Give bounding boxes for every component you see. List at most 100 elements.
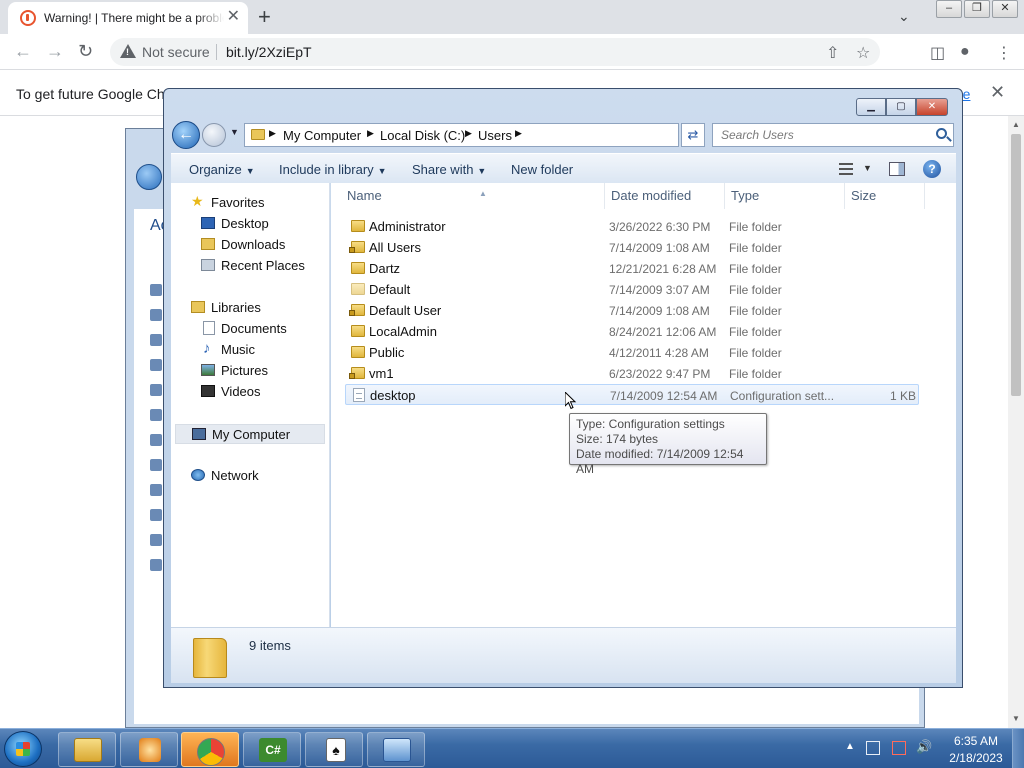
nav-label: Libraries — [211, 300, 261, 315]
new-tab-button[interactable]: + — [258, 4, 271, 30]
background-back-icon — [136, 164, 162, 190]
file-row[interactable]: All Users 7/14/2009 1:08 AM File folder — [345, 237, 919, 258]
star-icon[interactable]: ☆ — [856, 43, 870, 63]
nav-item-music[interactable]: ♪ Music — [171, 340, 329, 360]
nav-item-favorites[interactable]: ★ Favorites — [171, 193, 329, 213]
new-folder-button[interactable]: New folder — [511, 162, 573, 177]
nav-item-pictures[interactable]: Pictures — [171, 361, 329, 381]
folder-icon — [251, 129, 265, 140]
scroll-thumb[interactable] — [1011, 134, 1021, 396]
column-header-size[interactable]: Size — [845, 183, 925, 209]
show-desktop-button[interactable] — [1012, 729, 1024, 768]
clock-time[interactable]: 6:35 AM — [950, 734, 1002, 748]
browser-tab[interactable]: Warning! | There might be a problem ✕ — [8, 2, 248, 34]
nav-item-network[interactable]: Network — [171, 466, 329, 486]
explorer-minimize-button[interactable]: ▁ — [856, 98, 886, 116]
start-button[interactable] — [4, 731, 42, 767]
nav-item-documents[interactable]: Documents — [171, 319, 329, 339]
explorer-close-button[interactable]: ✕ — [916, 98, 948, 116]
folder-icon — [351, 325, 365, 337]
organize-button[interactable]: Organize ▼ — [189, 162, 255, 177]
forward-arrow-icon[interactable]: → — [46, 41, 64, 62]
file-type: File folder — [729, 262, 782, 276]
taskbar-solitaire[interactable]: ♠ — [305, 732, 363, 767]
breadcrumb-arrow-icon[interactable]: ▶ — [367, 128, 374, 139]
search-placeholder: Search Users — [721, 128, 794, 142]
breadcrumb-arrow-icon[interactable]: ▶ — [465, 128, 472, 139]
share-with-button[interactable]: Share with ▼ — [412, 162, 486, 177]
tooltip-date: Date modified: 7/14/2009 12:54 AM — [576, 447, 744, 476]
scroll-up-arrow-icon[interactable]: ▲ — [1012, 120, 1020, 129]
volume-icon[interactable]: 🔊 — [916, 739, 932, 754]
nav-item-my-computer[interactable]: My Computer — [175, 424, 325, 444]
explorer-maximize-button[interactable]: ▢ — [886, 98, 916, 116]
profile-avatar-icon[interactable]: ● — [960, 43, 970, 61]
taskbar-control-panel[interactable] — [367, 732, 425, 767]
minimize-button[interactable]: – — [936, 0, 962, 18]
file-row-hovered[interactable]: desktop 7/14/2009 12:54 AM Configuration… — [345, 384, 919, 405]
back-arrow-icon[interactable]: ← — [14, 41, 32, 62]
recent-pages-dropdown-icon[interactable]: ▼ — [230, 127, 239, 137]
explorer-address-bar[interactable]: ▶ My Computer ▶ Local Disk (C:) ▶ Users … — [244, 123, 756, 147]
side-panel-icon[interactable]: ◫ — [930, 43, 945, 63]
not-secure-label[interactable]: Not secure — [142, 44, 210, 60]
change-view-icon[interactable] — [839, 163, 853, 175]
nav-item-desktop[interactable]: Desktop — [171, 214, 329, 234]
search-icon[interactable] — [936, 128, 947, 139]
breadcrumb-arrow-icon[interactable]: ▶ — [269, 128, 276, 139]
file-row[interactable]: Public 4/12/2011 4:28 AM File folder — [345, 342, 919, 363]
file-name: vm1 — [369, 366, 394, 381]
breadcrumb-local-disk[interactable]: Local Disk (C:) — [380, 128, 465, 143]
file-row[interactable]: Dartz 12/21/2021 6:28 AM File folder — [345, 258, 919, 279]
folder-icon — [351, 220, 365, 232]
page-scrollbar[interactable]: ▲ ▼ — [1008, 116, 1024, 728]
view-options-dropdown-icon[interactable]: ▼ — [863, 163, 872, 173]
tab-search-chevron-icon[interactable]: ⌄ — [898, 8, 910, 25]
globe-alt-icon — [150, 559, 162, 571]
refresh-icon[interactable]: ⇄ — [681, 123, 705, 147]
nav-item-recent-places[interactable]: Recent Places — [171, 256, 329, 276]
file-row[interactable]: Default 7/14/2009 3:07 AM File folder — [345, 279, 919, 300]
close-button[interactable]: ✕ — [992, 0, 1018, 18]
tray-expand-icon[interactable]: ▲ — [845, 741, 855, 752]
column-header-name[interactable]: Name ▲ — [341, 183, 605, 209]
column-header-date-modified[interactable]: Date modified — [605, 183, 725, 209]
address-bar[interactable]: Not secure bit.ly/2XziEpT ☆ ⇧ — [110, 38, 880, 66]
breadcrumb-my-computer[interactable]: My Computer — [283, 128, 361, 143]
preview-pane-icon[interactable] — [889, 162, 905, 176]
taskbar-explorer[interactable] — [58, 732, 116, 767]
taskbar-chrome[interactable] — [181, 732, 239, 767]
file-row[interactable]: Administrator 3/26/2022 6:30 PM File fol… — [345, 216, 919, 237]
nav-label: My Computer — [212, 427, 291, 442]
tab-close-icon[interactable]: ✕ — [227, 9, 240, 25]
include-in-library-button[interactable]: Include in library ▼ — [279, 162, 387, 177]
help-icon[interactable]: ? — [923, 160, 941, 178]
nav-item-libraries[interactable]: Libraries — [171, 298, 329, 318]
menu-kebab-icon[interactable]: ⋮ — [996, 43, 1012, 63]
explorer-back-button[interactable]: ← — [172, 121, 200, 149]
search-input[interactable]: Search Users — [712, 123, 954, 147]
breadcrumb-users[interactable]: Users — [478, 128, 512, 143]
breadcrumb-arrow-icon[interactable]: ▶ — [515, 128, 522, 139]
browser-toolbar: ← → ↻ Not secure bit.ly/2XziEpT ☆ ⇧ ◫ ● … — [0, 34, 1024, 70]
explorer-forward-button[interactable] — [202, 123, 226, 147]
warning-icon[interactable] — [120, 44, 136, 58]
reload-icon[interactable]: ↻ — [78, 41, 93, 62]
infobar-close-icon[interactable]: ✕ — [990, 82, 1005, 103]
share-icon[interactable]: ⇧ — [826, 43, 839, 63]
nav-item-videos[interactable]: Videos — [171, 382, 329, 402]
scroll-down-arrow-icon[interactable]: ▼ — [1012, 714, 1020, 723]
nav-item-downloads[interactable]: Downloads — [171, 235, 329, 255]
taskbar-csharp[interactable]: C# — [243, 732, 301, 767]
file-row[interactable]: vm1 6/23/2022 9:47 PM File folder — [345, 363, 919, 384]
lock-icon — [349, 310, 355, 316]
action-center-flag-icon[interactable] — [892, 741, 906, 755]
file-row[interactable]: LocalAdmin 8/24/2021 12:06 AM File folde… — [345, 321, 919, 342]
restore-button[interactable]: ❐ — [964, 0, 990, 18]
clock-date[interactable]: 2/18/2023 — [944, 751, 1008, 765]
network-tray-icon[interactable] — [866, 741, 880, 755]
column-header-type[interactable]: Type — [725, 183, 845, 209]
taskbar-media-player[interactable] — [120, 732, 178, 767]
url-text[interactable]: bit.ly/2XziEpT — [226, 44, 312, 60]
file-row[interactable]: Default User 7/14/2009 1:08 AM File fold… — [345, 300, 919, 321]
